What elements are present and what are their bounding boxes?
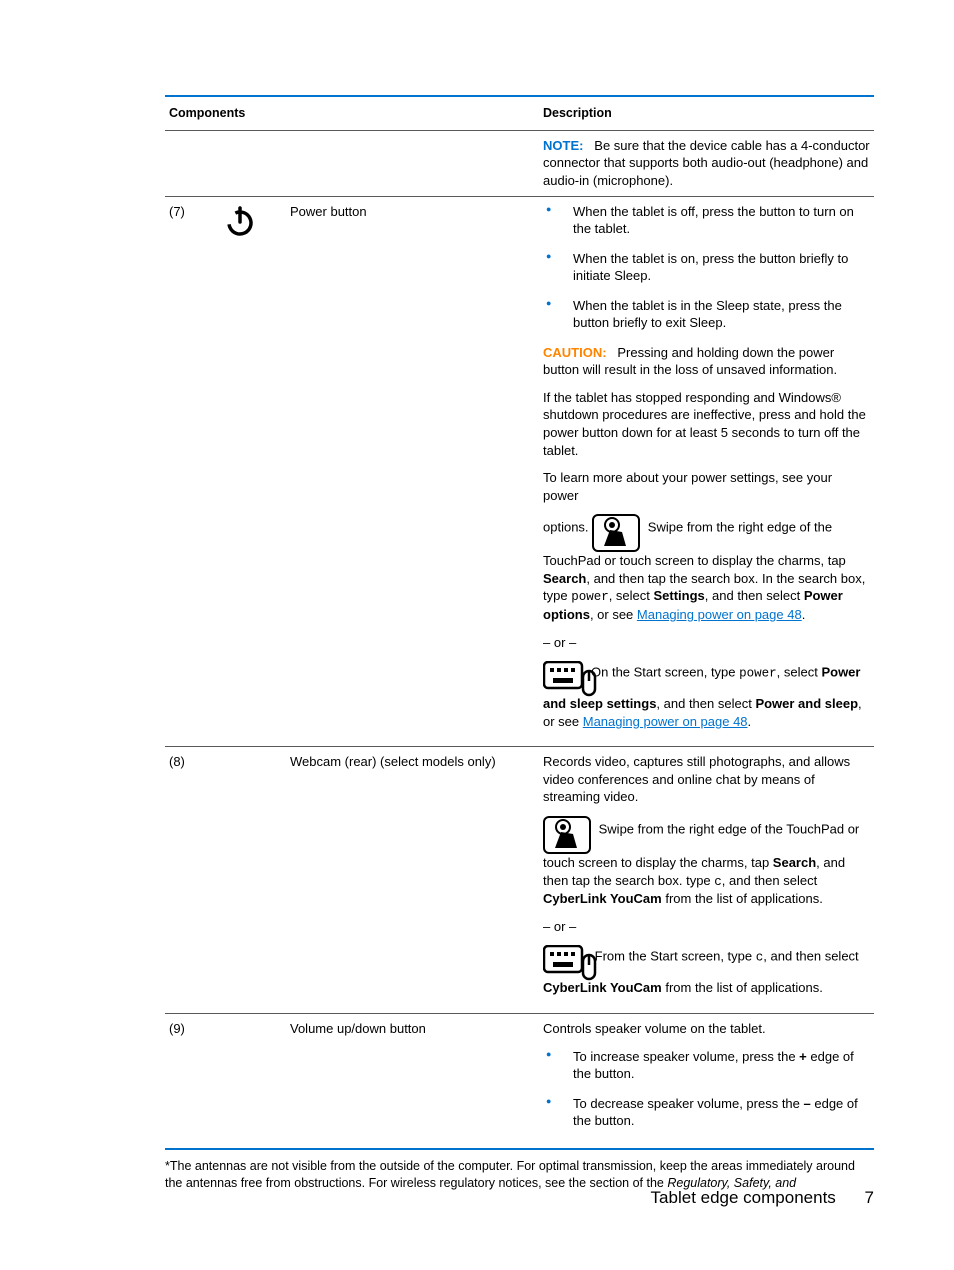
keyboard-mouse-icon (543, 945, 587, 979)
keyboard-mouse-icon (543, 661, 587, 695)
row9-component: Volume up/down button (286, 1014, 539, 1148)
row9-p1: Controls speaker volume on the tablet. (543, 1020, 870, 1038)
row7-bullet-1: When the tablet is off, press the button… (543, 203, 870, 238)
row8-or: – or – (543, 918, 870, 936)
row7-p2b: options. (543, 520, 589, 535)
note-text: Be sure that the device cable has a 4-co… (543, 138, 870, 188)
page-number: 7 (865, 1188, 874, 1207)
row7-p1: If the tablet has stopped responding and… (543, 389, 870, 459)
row7-bullet-3: When the tablet is in the Sleep state, p… (543, 297, 870, 332)
swipe-touch-icon (592, 514, 640, 552)
link-managing-power-1[interactable]: Managing power on page 48 (637, 607, 802, 622)
note-label: NOTE: (543, 138, 583, 153)
header-components: Components (165, 97, 539, 130)
row-9: (9) Volume up/down button Controls speak… (165, 1014, 874, 1148)
row8-component: Webcam (rear) (select models only) (286, 747, 539, 1013)
page-footer: Tablet edge components 7 (651, 1187, 874, 1210)
row7-bullet-2: When the tablet is on, press the button … (543, 250, 870, 285)
power-icon (222, 227, 258, 242)
swipe-touch-icon (543, 816, 591, 854)
row-note: NOTE: Be sure that the device cable has … (165, 131, 874, 196)
row-8: (8) Webcam (rear) (select models only) R… (165, 747, 874, 1013)
row7-or: – or – (543, 634, 870, 652)
row9-num: (9) (165, 1014, 218, 1148)
row8-num: (8) (165, 747, 218, 1013)
row7-p2c: Swipe from the right edge of the (648, 520, 832, 535)
row-7: (7) Power button When the tablet is off,… (165, 197, 874, 747)
row9-bullet-2: To decrease speaker volume, press the – … (543, 1095, 870, 1130)
caution-label: CAUTION: (543, 345, 607, 360)
components-table: Components Description NOTE: Be sure tha… (165, 95, 874, 1150)
row7-num: (7) (165, 197, 218, 747)
row8-p1: Records video, captures still photograph… (543, 753, 870, 806)
header-description: Description (539, 97, 874, 130)
link-managing-power-2[interactable]: Managing power on page 48 (583, 714, 748, 729)
row9-bullet-1: To increase speaker volume, press the + … (543, 1048, 870, 1083)
row8-p2: Swipe from the right edge of the TouchPa… (599, 821, 860, 836)
row7-p2a: To learn more about your power settings,… (543, 469, 870, 504)
footer-title: Tablet edge components (651, 1188, 836, 1207)
row7-component: Power button (286, 197, 539, 747)
